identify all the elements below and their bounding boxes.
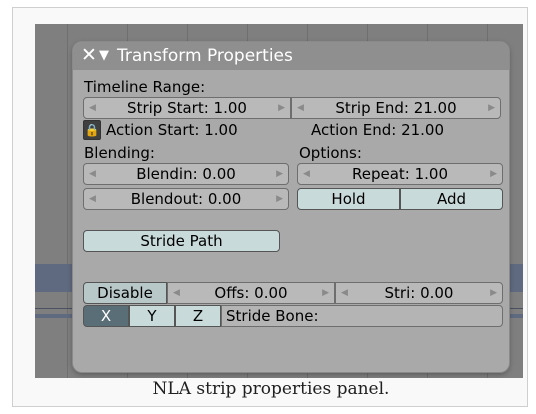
decrement-arrow-icon[interactable]: ◀ bbox=[173, 283, 180, 303]
options-label: Options: bbox=[299, 144, 362, 162]
blendin-field[interactable]: ◀ Blendin: 0.00 ▶ bbox=[83, 163, 289, 185]
decrement-arrow-icon[interactable]: ◀ bbox=[89, 164, 96, 184]
increment-arrow-icon[interactable]: ▶ bbox=[278, 98, 285, 118]
decrement-arrow-icon[interactable]: ◀ bbox=[89, 98, 96, 118]
strip-end-value: Strip End: 21.00 bbox=[335, 99, 457, 117]
stride-path-button[interactable]: Stride Path bbox=[83, 230, 280, 252]
axis-z-button[interactable]: Z bbox=[175, 305, 221, 327]
increment-arrow-icon[interactable]: ▶ bbox=[490, 164, 497, 184]
stri-field[interactable]: ◀ Stri: 0.00 ▶ bbox=[335, 282, 503, 304]
increment-arrow-icon[interactable]: ▶ bbox=[276, 164, 283, 184]
transform-properties-panel: ✕ ▼ Transform Properties Timeline Range:… bbox=[73, 42, 509, 372]
collapse-triangle-icon[interactable]: ▼ bbox=[99, 46, 109, 66]
stri-value: Stri: 0.00 bbox=[384, 284, 454, 302]
screenshot-area: ✕ ▼ Transform Properties Timeline Range:… bbox=[35, 24, 523, 378]
blending-label: Blending: bbox=[84, 144, 155, 162]
axis-x-button[interactable]: X bbox=[83, 305, 129, 327]
strip-start-field[interactable]: ◀ Strip Start: 1.00 ▶ bbox=[83, 97, 291, 119]
timeline-range-label: Timeline Range: bbox=[84, 78, 206, 96]
offs-field[interactable]: ◀ Offs: 0.00 ▶ bbox=[167, 282, 335, 304]
blendout-value: Blendout: 0.00 bbox=[130, 190, 242, 208]
repeat-field[interactable]: ◀ Repeat: 1.00 ▶ bbox=[297, 163, 503, 185]
image-caption: NLA strip properties panel. bbox=[152, 379, 390, 399]
increment-arrow-icon[interactable]: ▶ bbox=[322, 283, 329, 303]
action-start-value: Action Start: 1.00 bbox=[106, 121, 238, 139]
decrement-arrow-icon[interactable]: ◀ bbox=[341, 283, 348, 303]
hold-button[interactable]: Hold bbox=[297, 188, 400, 210]
strip-start-value: Strip Start: 1.00 bbox=[127, 99, 247, 117]
repeat-value: Repeat: 1.00 bbox=[351, 165, 449, 183]
increment-arrow-icon[interactable]: ▶ bbox=[490, 283, 497, 303]
thumbnail-frame: ✕ ▼ Transform Properties Timeline Range:… bbox=[12, 7, 528, 407]
lock-icon[interactable]: 🔒 bbox=[83, 120, 101, 140]
close-icon[interactable]: ✕ bbox=[81, 44, 97, 66]
axis-y-button[interactable]: Y bbox=[129, 305, 175, 327]
blendin-value: Blendin: 0.00 bbox=[136, 165, 236, 183]
decrement-arrow-icon[interactable]: ◀ bbox=[297, 98, 304, 118]
add-button[interactable]: Add bbox=[400, 188, 503, 210]
offs-value: Offs: 0.00 bbox=[214, 284, 288, 302]
decrement-arrow-icon[interactable]: ◀ bbox=[89, 189, 96, 209]
stride-bone-field[interactable]: Stride Bone: bbox=[221, 305, 503, 327]
increment-arrow-icon[interactable]: ▶ bbox=[488, 98, 495, 118]
grid-line bbox=[67, 24, 68, 378]
panel-title: Transform Properties bbox=[117, 46, 293, 66]
blendout-field[interactable]: ◀ Blendout: 0.00 ▶ bbox=[83, 188, 289, 210]
panel-header: ✕ ▼ Transform Properties bbox=[73, 42, 509, 70]
action-end-value: Action End: 21.00 bbox=[311, 121, 445, 139]
disable-button[interactable]: Disable bbox=[83, 282, 167, 304]
decrement-arrow-icon[interactable]: ◀ bbox=[303, 164, 310, 184]
strip-end-field[interactable]: ◀ Strip End: 21.00 ▶ bbox=[291, 97, 501, 119]
increment-arrow-icon[interactable]: ▶ bbox=[276, 189, 283, 209]
